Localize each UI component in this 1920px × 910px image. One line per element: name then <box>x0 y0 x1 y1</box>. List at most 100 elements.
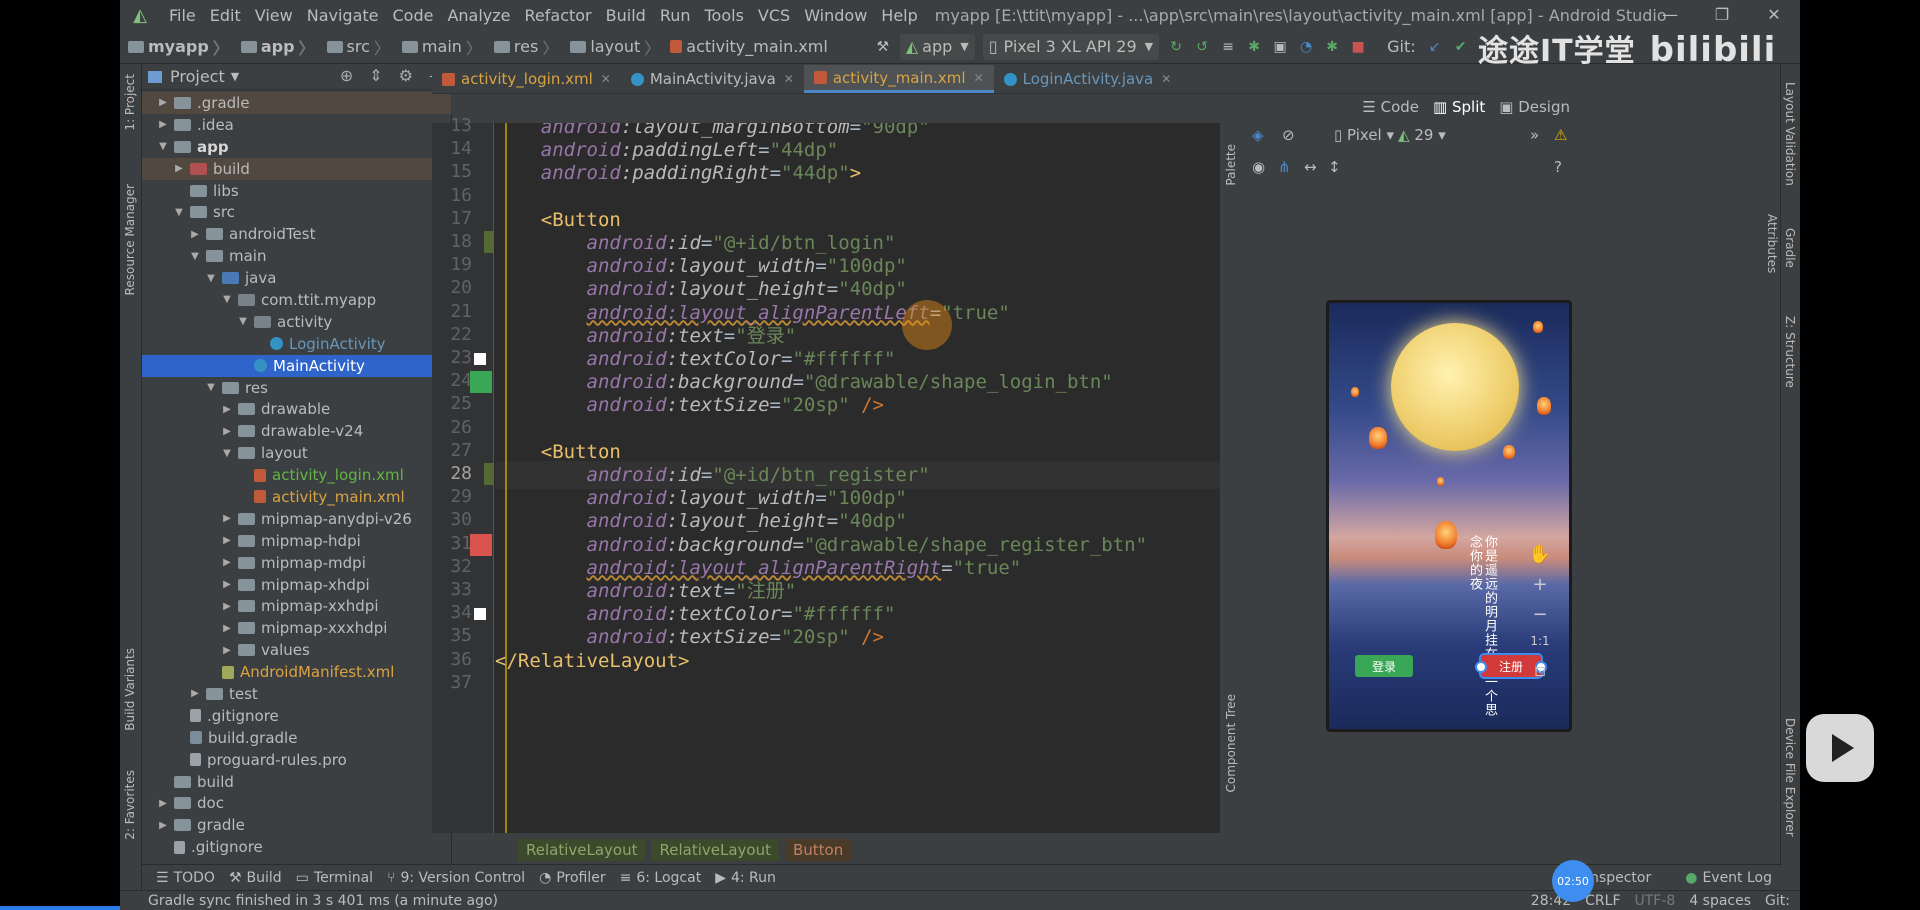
api-level-select[interactable]: ◭ 29 ▾ <box>1398 126 1446 144</box>
collapsed-arrow-icon[interactable]: ▶ <box>188 229 202 240</box>
tree-item[interactable]: activity_main.xml <box>142 486 452 508</box>
zoom-in-icon[interactable]: + <box>1520 574 1560 604</box>
menu-refactor[interactable]: Refactor <box>518 6 599 25</box>
breadcrumb-item[interactable]: src 〉 <box>319 35 394 59</box>
tree-item[interactable]: ▶ .idea <box>142 114 452 136</box>
expanded-arrow-icon[interactable]: ▼ <box>204 273 218 284</box>
vcs-change-marker[interactable] <box>484 231 494 253</box>
zoom-out-icon[interactable]: − <box>1520 604 1560 634</box>
eye-icon[interactable]: ◉ <box>1252 158 1265 176</box>
locate-icon[interactable]: ⊕ <box>340 66 353 85</box>
tree-item[interactable]: ▼ res <box>142 377 452 399</box>
tree-item[interactable]: ▶ test <box>142 683 452 705</box>
palette-tab[interactable]: Palette <box>1224 144 1238 186</box>
tree-item[interactable]: build.gradle <box>142 727 452 749</box>
attach-debugger-icon[interactable]: ▣ <box>1269 39 1291 55</box>
indent-setting[interactable]: 4 spaces <box>1689 893 1751 909</box>
resource-manager-tool-tab[interactable]: Resource Manager <box>123 184 137 295</box>
tree-item[interactable]: ▶ doc <box>142 793 452 815</box>
event-log-button[interactable]: ● Event Log <box>1685 870 1772 886</box>
collapsed-arrow-icon[interactable]: ▶ <box>220 601 234 612</box>
zoom-reset-button[interactable]: 1:1 <box>1520 634 1560 664</box>
close-icon[interactable]: ✕ <box>1161 72 1171 86</box>
collapsed-arrow-icon[interactable]: ▶ <box>220 579 234 590</box>
expanded-arrow-icon[interactable]: ▼ <box>220 294 234 305</box>
expanded-arrow-icon[interactable]: ▼ <box>204 382 218 393</box>
warning-icon[interactable]: ⚠ <box>1554 126 1567 144</box>
tree-item[interactable]: LoginActivity <box>142 333 452 355</box>
collapsed-arrow-icon[interactable]: ▶ <box>220 645 234 656</box>
collapsed-arrow-icon[interactable]: ▶ <box>220 535 234 546</box>
color-swatch-icon[interactable] <box>470 533 492 556</box>
expanded-arrow-icon[interactable]: ▼ <box>172 207 186 218</box>
device-select[interactable]: ▯ Pixel 3 XL API 29 ▼ <box>982 33 1160 60</box>
tree-item[interactable]: ▶ gradle <box>142 814 452 836</box>
device-preview-select[interactable]: ▯ Pixel ▾ <box>1334 126 1394 144</box>
help-icon[interactable]: ? <box>1554 158 1562 176</box>
collapse-icon[interactable]: ⇕ <box>369 66 382 85</box>
tree-item[interactable]: ▶ values <box>142 639 452 661</box>
menu-code[interactable]: Code <box>386 6 441 25</box>
tree-item[interactable]: ▶ mipmap-xxxhdpi <box>142 617 452 639</box>
breadcrumb-item[interactable]: main 〉 <box>394 35 486 59</box>
tab-loginactivity-java[interactable]: LoginActivity.java ✕ <box>994 65 1182 93</box>
expanded-arrow-icon[interactable]: ▼ <box>156 141 170 152</box>
chevron-down-icon[interactable]: ▼ <box>231 70 239 83</box>
version-control-tool-button[interactable]: ⑂ 9: Version Control <box>387 870 525 886</box>
apply-code-changes-icon[interactable]: ↺ <box>1191 39 1213 55</box>
tree-item[interactable]: proguard-rules.pro <box>142 749 452 771</box>
layers-icon[interactable]: ◈ <box>1252 126 1264 144</box>
breadcrumb-item[interactable]: layout 〉 <box>562 35 664 59</box>
attributes-tab[interactable]: Attributes <box>1765 214 1779 273</box>
collapsed-arrow-icon[interactable]: ▶ <box>220 513 234 524</box>
tree-item[interactable]: ▼ app <box>142 136 452 158</box>
video-play-button[interactable] <box>1806 714 1874 782</box>
tree-item[interactable]: ▶ .gradle <box>142 92 452 114</box>
tree-item[interactable]: build <box>142 771 452 793</box>
sync-icon[interactable]: ✱ <box>1321 39 1343 55</box>
run-tool-button[interactable]: ▶ 4: Run <box>715 870 776 886</box>
menu-edit[interactable]: Edit <box>203 6 248 25</box>
tree-item[interactable]: ▼ src <box>142 201 452 223</box>
tree-item[interactable]: ▶ mipmap-hdpi <box>142 530 452 552</box>
hammer-icon[interactable]: ⚒ <box>872 39 894 55</box>
color-swatch-icon[interactable] <box>470 371 492 394</box>
run-coverage-icon[interactable]: ≡ <box>1217 39 1239 55</box>
collapsed-arrow-icon[interactable]: ▶ <box>156 820 170 831</box>
xml-crumb-relativelayout[interactable]: RelativeLayout <box>518 839 646 861</box>
git-update-icon[interactable]: ↙ <box>1424 39 1446 55</box>
xml-crumb-relativelayout[interactable]: RelativeLayout <box>651 839 779 861</box>
terminal-tool-button[interactable]: ▭ Terminal <box>296 870 373 886</box>
collapsed-arrow-icon[interactable]: ▶ <box>220 404 234 415</box>
code-line[interactable]: android:paddingRight="44dp"> <box>495 159 861 187</box>
horizontal-resize-icon[interactable]: ↔ <box>1304 158 1317 176</box>
collapsed-arrow-icon[interactable]: ▶ <box>220 426 234 437</box>
tab-activity-login-xml[interactable]: activity_login.xml ✕ <box>432 65 621 93</box>
device-file-explorer-tab[interactable]: Device File Explorer <box>1783 718 1797 837</box>
tree-item[interactable]: ▼ com.ttit.myapp <box>142 289 452 311</box>
run-config-select[interactable]: ◭ app ▼ <box>899 33 975 60</box>
menu-window[interactable]: Window <box>797 6 874 25</box>
breadcrumb-item[interactable]: app 〉 <box>233 35 319 59</box>
menu-view[interactable]: View <box>248 6 300 25</box>
profile-icon[interactable]: ◔ <box>1295 39 1317 55</box>
tab-activity-main-xml[interactable]: activity_main.xml ✕ <box>803 65 994 93</box>
apply-changes-icon[interactable]: ↻ <box>1165 39 1187 55</box>
code-line[interactable]: android:textSize="20sp" /> <box>495 391 884 419</box>
tree-item[interactable]: libs <box>142 180 452 202</box>
tree-item[interactable]: ▼ layout <box>142 442 452 464</box>
code-editor[interactable]: 13 14 15 16 17 18 19 20 21 22 23 24 25 26 27 28 29 30 31 32… <box>432 115 1220 833</box>
menu-run[interactable]: Run <box>653 6 698 25</box>
tree-item[interactable]: ▶ drawable-v24 <box>142 420 452 442</box>
favorites-tool-tab[interactable]: 2: Favorites <box>123 770 137 840</box>
expanded-arrow-icon[interactable]: ▼ <box>220 448 234 459</box>
selection-handle-left[interactable] <box>1475 661 1487 673</box>
expanded-arrow-icon[interactable]: ▼ <box>236 316 250 327</box>
stop-icon[interactable]: ■ <box>1347 39 1369 55</box>
xml-crumb-button[interactable]: Button <box>784 839 852 861</box>
tree-item[interactable]: ▶ build <box>142 157 452 180</box>
tab-mainactivity-java[interactable]: MainActivity.java ✕ <box>621 65 804 93</box>
profiler-tool-button[interactable]: ◔ Profiler <box>539 870 606 886</box>
tree-item[interactable]: ▶ mipmap-mdpi <box>142 552 452 574</box>
design-mode-button[interactable]: ▣ Design <box>1499 98 1570 116</box>
